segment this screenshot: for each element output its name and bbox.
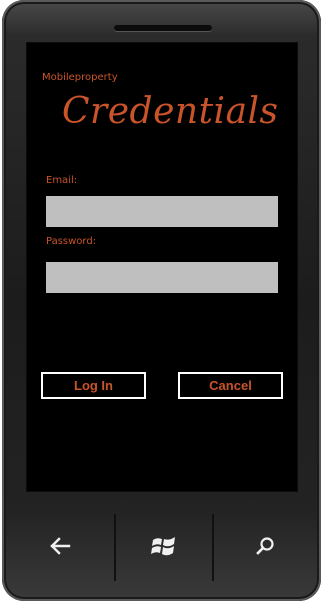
email-label: Email:: [46, 175, 78, 186]
password-field[interactable]: [46, 262, 278, 293]
password-label: Password:: [46, 236, 97, 247]
windows-logo-icon: [150, 534, 178, 562]
search-icon: [254, 535, 276, 561]
hardware-button-bar: [6, 514, 317, 581]
email-field[interactable]: [46, 196, 278, 227]
back-arrow-icon: [49, 536, 71, 559]
back-button[interactable]: [6, 514, 114, 581]
login-button[interactable]: Log In: [41, 372, 146, 399]
page-title: Credentials: [62, 91, 279, 132]
earpiece-speaker: [114, 25, 212, 31]
phone-frame: Mobileproperty Credentials Email: Passwo…: [2, 0, 321, 601]
cancel-button-label: Cancel: [209, 378, 252, 393]
app-screen: Mobileproperty Credentials Email: Passwo…: [27, 43, 297, 491]
login-button-label: Log In: [74, 378, 113, 393]
app-name: Mobileproperty: [42, 72, 118, 83]
start-button[interactable]: [114, 514, 214, 581]
cancel-button[interactable]: Cancel: [178, 372, 283, 399]
search-button[interactable]: [212, 514, 317, 581]
